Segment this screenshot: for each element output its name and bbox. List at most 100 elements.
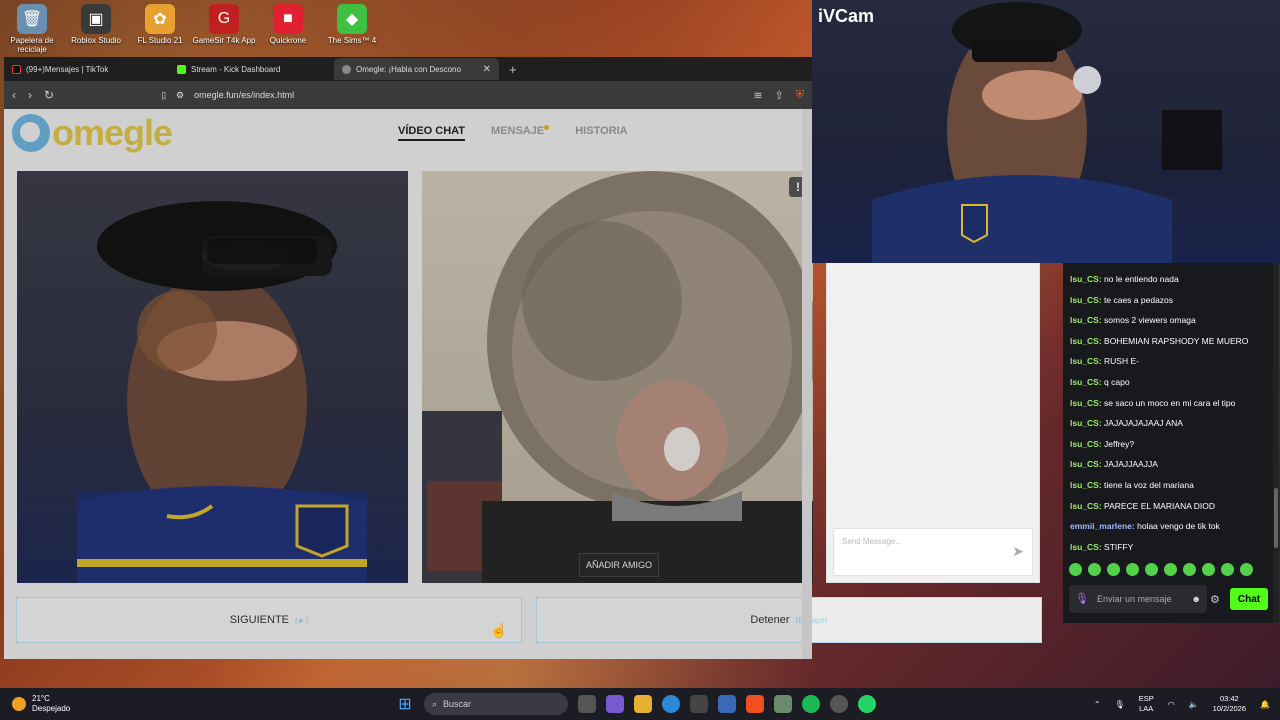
wifi-icon[interactable]: ◠ <box>1168 700 1175 709</box>
next-button[interactable]: SIGUIENTE (►) <box>16 597 522 643</box>
desktop-icon-quickrone[interactable]: ■ Quickrone <box>256 4 320 54</box>
file-explorer-icon[interactable] <box>634 695 652 713</box>
taskbar: 21°C Despejado ⊞ ⌕ Buscar ⌃ 🎙 ESP LAA ◠ … <box>0 688 1280 720</box>
task-view-icon[interactable] <box>578 695 596 713</box>
whatsapp-icon[interactable] <box>858 695 876 713</box>
windows-start-icon[interactable]: ⊞ <box>396 695 414 713</box>
url-field[interactable]: ▯ ⚙ omegle.fun/es/index.html <box>66 90 741 101</box>
weather-widget[interactable]: 21°C Despejado <box>12 694 70 714</box>
notification-dot <box>544 125 550 130</box>
nav-historia[interactable]: HISTORIA <box>575 125 627 141</box>
desktop-icon-sims[interactable]: ◆ The Sims™ 4 <box>320 4 384 54</box>
chat-message: lsu_CS: somos 2 viewers omaga <box>1070 310 1266 331</box>
back-icon[interactable]: ‹ <box>12 88 16 102</box>
action-buttons: SIGUIENTE (►) Detener (Escape) <box>16 597 1042 643</box>
emote-icon[interactable] <box>1107 563 1120 576</box>
site-info-icon[interactable]: ⚙ <box>176 90 184 101</box>
microphone-tray-icon[interactable]: 🎙 <box>1115 700 1125 709</box>
emote-icon[interactable] <box>1088 563 1101 576</box>
ivcam-app-icon[interactable] <box>774 695 792 713</box>
chat-username[interactable]: lsu_CS: <box>1070 295 1102 305</box>
chat-send-button[interactable]: Chat <box>1230 588 1268 610</box>
emote-icon[interactable] <box>1126 563 1139 576</box>
emote-icon[interactable] <box>1145 563 1158 576</box>
obs-icon[interactable] <box>830 695 848 713</box>
desktop-icon-roblox-studio[interactable]: ▣ Roblox Studio <box>64 4 128 54</box>
reload-icon[interactable]: ↻ <box>44 88 54 102</box>
emote-icon[interactable] <box>1221 563 1234 576</box>
chat-message: lsu_CS: tiene la voz del mariana <box>1070 475 1266 496</box>
stop-button[interactable]: Detener (Escape) <box>536 597 1042 643</box>
microphone-icon[interactable]: 🎙 <box>1075 594 1089 605</box>
chat-username[interactable]: lsu_CS: <box>1070 356 1102 366</box>
local-video <box>17 171 408 583</box>
chat-username[interactable]: lsu_CS: <box>1070 418 1102 428</box>
chat-username[interactable]: lsu_CS: <box>1070 336 1102 346</box>
brave-icon[interactable] <box>746 695 764 713</box>
tab-kick[interactable]: Stream - Kick Dashboard <box>169 58 334 80</box>
close-tab-icon[interactable]: ✕ <box>483 64 491 75</box>
translate-icon[interactable]: ≋ <box>753 89 762 102</box>
kick-message-input[interactable]: 🎙 Enviar un mensaje ☻ <box>1069 585 1207 613</box>
new-tab-button[interactable]: + <box>499 62 527 77</box>
chat-text: somos 2 viewers omaga <box>1104 315 1196 326</box>
recycle-bin-icon: 🗑 <box>17 4 47 34</box>
chat-username[interactable]: lsu_CS: <box>1070 439 1102 449</box>
volume-icon[interactable]: 🔈 <box>1189 700 1199 709</box>
chat-username[interactable]: lsu_CS: <box>1070 480 1102 490</box>
spotify-icon[interactable] <box>802 695 820 713</box>
chat-text: no le entiendo nada <box>1104 274 1179 284</box>
desktop-icon-recycle-bin[interactable]: 🗑 Papelera de reciclaje <box>0 4 64 54</box>
chat-username[interactable]: emmii_marlene: <box>1070 521 1135 531</box>
forward-icon[interactable]: › <box>28 88 32 102</box>
tab-tiktok[interactable]: (99+)Mensajes | TikTok <box>4 58 169 80</box>
emote-icon[interactable] <box>1183 563 1196 576</box>
omegle-page: omegle VÍDEO CHAT MENSAJE HISTORIA ! AÑA… <box>4 109 1042 659</box>
chat-username[interactable]: lsu_CS: <box>1070 274 1102 284</box>
chat-username[interactable]: lsu_CS: <box>1070 398 1102 408</box>
chat-scrollbar[interactable] <box>1273 263 1279 623</box>
page-scrollbar[interactable] <box>802 109 812 659</box>
settings-gear-icon[interactable]: ⚙ <box>1210 593 1220 606</box>
chat-username[interactable]: lsu_CS: <box>1070 542 1102 552</box>
notification-bell-icon[interactable]: 🔔 <box>1260 700 1270 709</box>
send-icon[interactable]: ➤ <box>1012 543 1024 560</box>
chat-username[interactable]: lsu_CS: <box>1070 501 1102 511</box>
bookmark-icon[interactable]: ▯ <box>161 90 166 101</box>
nav-video-chat[interactable]: VÍDEO CHAT <box>398 125 466 141</box>
chat-username[interactable]: lsu_CS: <box>1070 315 1102 325</box>
tab-omegle[interactable]: Omegle: ¡Habla con Descono ✕ <box>334 58 499 80</box>
desktop-icon-gamesir[interactable]: G GameSir T4k App <box>192 4 256 54</box>
add-friend-button[interactable]: AÑADIR AMIGO <box>579 553 660 577</box>
emote-icon[interactable] <box>1202 563 1215 576</box>
emote-icon[interactable] <box>1164 563 1177 576</box>
stranger-video-feed <box>422 171 813 583</box>
desktop-icon-fl-studio[interactable]: ✿ FL Studio 21 <box>128 4 192 54</box>
widgets-icon[interactable] <box>606 695 624 713</box>
chat-message: lsu_CS: Jeffrey? <box>1070 434 1266 455</box>
ivcam-video-feed <box>872 2 1222 263</box>
logo-bubble-icon <box>12 114 50 152</box>
edge-icon[interactable] <box>662 695 680 713</box>
chevron-up-icon[interactable]: ⌃ <box>1094 700 1101 709</box>
language-indicator[interactable]: ESP LAA <box>1139 694 1154 714</box>
chat-username[interactable]: lsu_CS: <box>1070 459 1102 469</box>
emote-icon[interactable] <box>1240 563 1253 576</box>
taskbar-search[interactable]: ⌕ Buscar <box>424 693 568 715</box>
fl-studio-icon: ✿ <box>145 4 175 34</box>
site-nav: VÍDEO CHAT MENSAJE HISTORIA <box>398 125 628 141</box>
kick-chat-panel: lsu_CS: no le entiendo nada lsu_CS: te ca… <box>1063 263 1279 623</box>
emote-icon[interactable] <box>1069 563 1082 576</box>
chat-message: lsu_CS: JAJAJAJAJAAJ ANA <box>1070 413 1266 434</box>
clock[interactable]: 03:42 10/2/2026 <box>1213 694 1246 714</box>
tiktok-icon <box>12 64 21 74</box>
store-icon[interactable] <box>690 695 708 713</box>
emoji-icon[interactable]: ☻ <box>1192 594 1201 604</box>
omegle-logo[interactable]: omegle <box>12 112 173 154</box>
nav-mensaje[interactable]: MENSAJE <box>491 125 550 141</box>
chat-username[interactable]: lsu_CS: <box>1070 377 1102 387</box>
share-icon[interactable]: ⇧ <box>775 89 784 102</box>
brave-shield-icon[interactable]: ⛨ <box>796 89 804 102</box>
mail-icon[interactable] <box>718 695 736 713</box>
send-message-input[interactable]: Send Message... ➤ <box>833 528 1033 576</box>
